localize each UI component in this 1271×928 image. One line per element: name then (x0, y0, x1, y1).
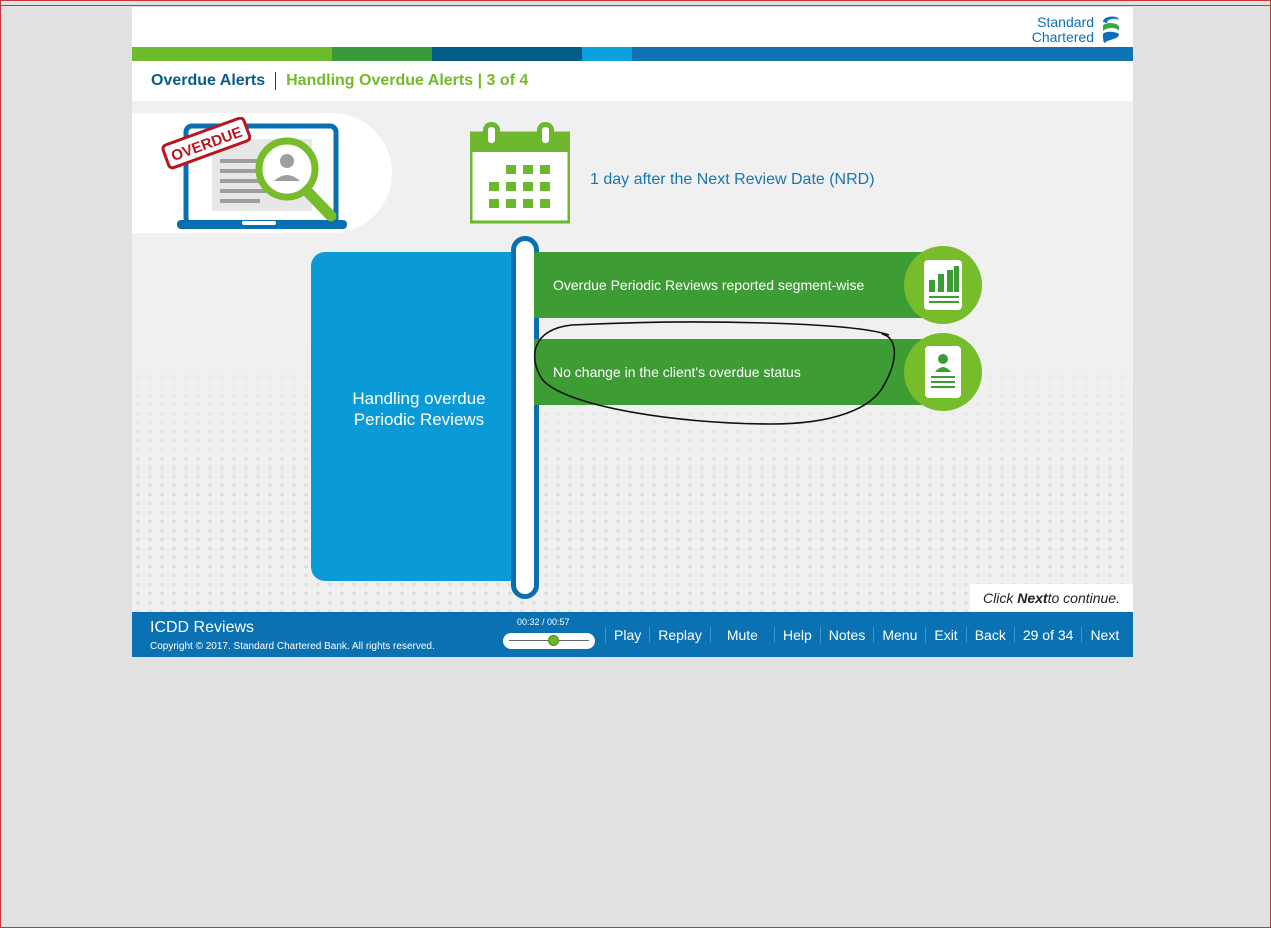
course-title: ICDD Reviews (150, 619, 255, 636)
sc-swirl-icon (1103, 16, 1119, 43)
overdue-laptop-graphic: OVERDUE (161, 117, 347, 229)
play-button[interactable]: Play (605, 626, 649, 643)
menu-button[interactable]: Menu (873, 626, 925, 643)
header: Standard Chartered (132, 7, 1133, 47)
logo-line2: Chartered (1031, 29, 1094, 45)
player-nav: Play Replay Mute Help Notes Menu Exit Ba… (605, 612, 1127, 657)
logo-line1: Standard (1037, 14, 1094, 30)
client-profile-icon (925, 346, 961, 398)
color-stripe-bar (132, 47, 1133, 61)
stripe-segment (582, 47, 632, 61)
mute-button[interactable]: Mute (709, 626, 774, 643)
replay-button[interactable]: Replay (649, 626, 710, 643)
exit-button[interactable]: Exit (925, 626, 965, 643)
prompt-pre: Click (983, 590, 1014, 606)
logo-text: Standard Chartered (1032, 15, 1094, 45)
prompt-post: to continue. (1047, 590, 1120, 606)
copyright-text: Copyright © 2017. Standard Chartered Ban… (150, 641, 435, 652)
report-chart-icon (924, 260, 962, 310)
item-label-1: Overdue Periodic Reviews reported segmen… (553, 277, 865, 293)
central-topic-line1: Handling overdue (352, 389, 486, 408)
window-border (1, 5, 1271, 6)
prompt-next-word: Next (1017, 590, 1048, 606)
back-button[interactable]: Back (965, 626, 1014, 643)
standard-chartered-logo: Standard Chartered (1032, 12, 1123, 48)
stripe-segment (632, 47, 1133, 61)
central-topic-line2: Periodic Reviews (353, 410, 485, 429)
calendar-icon (470, 122, 570, 224)
item-bar-1: Overdue Periodic Reviews reported segmen… (534, 252, 934, 318)
overdue-graphic-panel: OVERDUE (132, 113, 392, 233)
item-bar-2: No change in the client's overdue status (534, 339, 934, 405)
page-counter: 29 of 34 (1013, 626, 1082, 643)
footer-bar: ICDD Reviews Copyright © 2017. Standard … (132, 612, 1133, 657)
notes-button[interactable]: Notes (819, 626, 874, 643)
item-icon-circle-2 (904, 333, 982, 411)
next-button[interactable]: Next (1081, 626, 1127, 643)
course-player: Standard Chartered Overdue Alerts Handli… (132, 7, 1133, 657)
stripe-segment (332, 47, 432, 61)
progress-slider[interactable] (503, 633, 595, 649)
stripe-segment (432, 47, 582, 61)
stripe-segment (132, 47, 332, 61)
trigger-text: 1 day after the Next Review Date (NRD) (590, 171, 875, 188)
central-topic-label: Handling overdue Periodic Reviews (311, 388, 527, 430)
click-next-prompt: Click Next to continue. (970, 584, 1133, 612)
item-label-2: No change in the client's overdue status (553, 364, 801, 380)
help-button[interactable]: Help (773, 626, 820, 643)
title-bar: Overdue Alerts Handling Overdue Alerts |… (132, 61, 1133, 101)
page-title: Handling Overdue Alerts | 3 of 4 (286, 72, 529, 89)
central-topic-box: Handling overdue Periodic Reviews (311, 252, 527, 581)
time-display: 00:32 / 00:57 (517, 617, 570, 627)
module-title: Overdue Alerts (151, 72, 277, 90)
slider-knob[interactable] (548, 635, 560, 646)
item-icon-circle-1 (904, 246, 982, 324)
